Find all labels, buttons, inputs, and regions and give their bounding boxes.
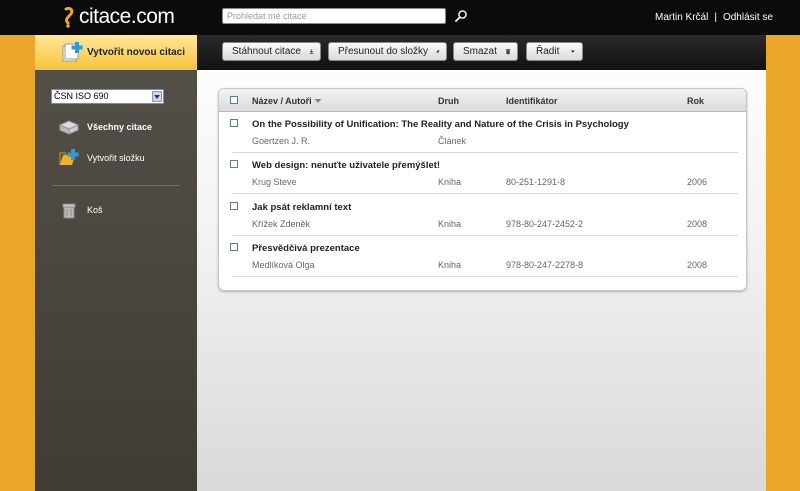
select-all-checkbox[interactable] [230, 96, 238, 104]
logout-link[interactable]: Odhlásit se [723, 12, 773, 23]
chevron-down-icon [152, 91, 162, 102]
download-citations-label: Stáhnout citace [232, 46, 301, 57]
column-header-year[interactable]: Rok [687, 96, 704, 106]
logo[interactable]: citace.com [62, 4, 175, 30]
table-row[interactable]: Jak psát reklamní text Křížek Zdeněk Kni… [219, 195, 746, 236]
table-header: Název / Autoři Druh Identifikátor Rok [219, 89, 746, 112]
table-row[interactable]: On the Possibility of Unification: The R… [219, 112, 746, 153]
row-divider [232, 193, 738, 194]
search-icon[interactable] [454, 9, 468, 23]
trash-icon [62, 203, 76, 219]
citation-style-value: ČSN ISO 690 [54, 91, 109, 101]
user-nav: Martin Krčál | Odhlásit se [655, 12, 773, 23]
sidebar-item-create-folder[interactable]: Vytvořit složku [58, 148, 145, 168]
sidebar-item-label: Koš [87, 205, 103, 215]
row-checkbox[interactable] [230, 243, 238, 251]
sort-label: Řadit [536, 46, 560, 57]
top-bar: citace.com Martin Krčál | Odhlásit se [0, 0, 800, 35]
citation-identifier: 978-80-247-2278-8 [506, 260, 584, 270]
citation-year: 2008 [687, 219, 708, 229]
citation-year: 2008 [687, 260, 708, 270]
move-to-folder-button[interactable]: Přesunout do složky [328, 42, 447, 61]
folder-arrow-icon [436, 50, 440, 53]
chevron-down-icon [571, 50, 576, 53]
row-checkbox[interactable] [230, 160, 238, 168]
user-nav-separator: | [714, 12, 717, 23]
new-citation-icon [62, 42, 83, 62]
user-name-link[interactable]: Martin Krčál [655, 12, 708, 23]
citation-author: Medlíková Olga [252, 260, 315, 270]
sidebar-item-label: Vytvořit složku [87, 153, 145, 163]
citation-title[interactable]: Přesvědčivá prezentace [252, 243, 360, 254]
move-to-folder-label: Přesunout do složky [338, 46, 429, 57]
citation-identifier: 978-80-247-2452-2 [506, 219, 584, 229]
sidebar-item-trash[interactable]: Koš [58, 200, 103, 220]
column-header-title-author[interactable]: Název / Autoři [252, 96, 322, 106]
sort-button[interactable]: Řadit [526, 42, 583, 61]
citation-author: Krug Steve [252, 177, 297, 187]
citations-table: Název / Autoři Druh Identifikátor Rok On… [218, 88, 747, 291]
sidebar-divider [52, 185, 180, 186]
citation-title[interactable]: On the Possibility of Unification: The R… [252, 119, 629, 130]
logo-icon [64, 7, 74, 28]
citation-title[interactable]: Web design: nenuťte uživatele přemýšlet! [252, 160, 440, 171]
column-header-identifier[interactable]: Identifikátor [506, 96, 558, 106]
table-row[interactable]: Přesvědčivá prezentace Medlíková Olga Kn… [219, 236, 746, 277]
delete-button[interactable]: Smazat [453, 42, 518, 61]
new-citation-button[interactable]: Vytvořit novou citaci [35, 35, 197, 70]
download-citations-button[interactable]: Stáhnout citace [222, 42, 321, 61]
download-icon [309, 49, 314, 54]
row-divider [232, 276, 738, 277]
column-header-type[interactable]: Druh [438, 96, 459, 106]
column-header-label: Název / Autoři [252, 96, 312, 106]
citation-type: Kniha [438, 260, 462, 270]
citation-style-select[interactable]: ČSN ISO 690 [51, 89, 164, 104]
citation-author: Goertzen J. R. [252, 136, 311, 146]
citation-author: Křížek Zdeněk [252, 219, 311, 229]
citation-type: Kniha [438, 219, 462, 229]
search-input[interactable] [222, 8, 446, 24]
brand-name: citace.com [79, 5, 175, 28]
trash-icon [505, 49, 511, 55]
row-checkbox[interactable] [230, 119, 238, 127]
delete-label: Smazat [463, 46, 497, 57]
citation-year: 2006 [687, 177, 708, 187]
sidebar-item-label: Všechny citace [87, 122, 153, 132]
new-citation-label: Vytvořit novou citaci [87, 47, 185, 58]
new-folder-icon [59, 149, 79, 165]
citations-stack-icon [58, 120, 80, 135]
citation-type: Článek [438, 136, 467, 146]
citation-identifier: 80-251-1291-8 [506, 177, 566, 187]
sidebar-item-all-citations[interactable]: Všechny citace [58, 117, 152, 137]
row-checkbox[interactable] [230, 202, 238, 210]
table-row[interactable]: Web design: nenuťte uživatele přemýšlet!… [219, 153, 746, 194]
citation-type: Kniha [438, 177, 462, 187]
citation-title[interactable]: Jak psát reklamní text [252, 202, 351, 213]
sort-arrow-icon [314, 99, 322, 103]
